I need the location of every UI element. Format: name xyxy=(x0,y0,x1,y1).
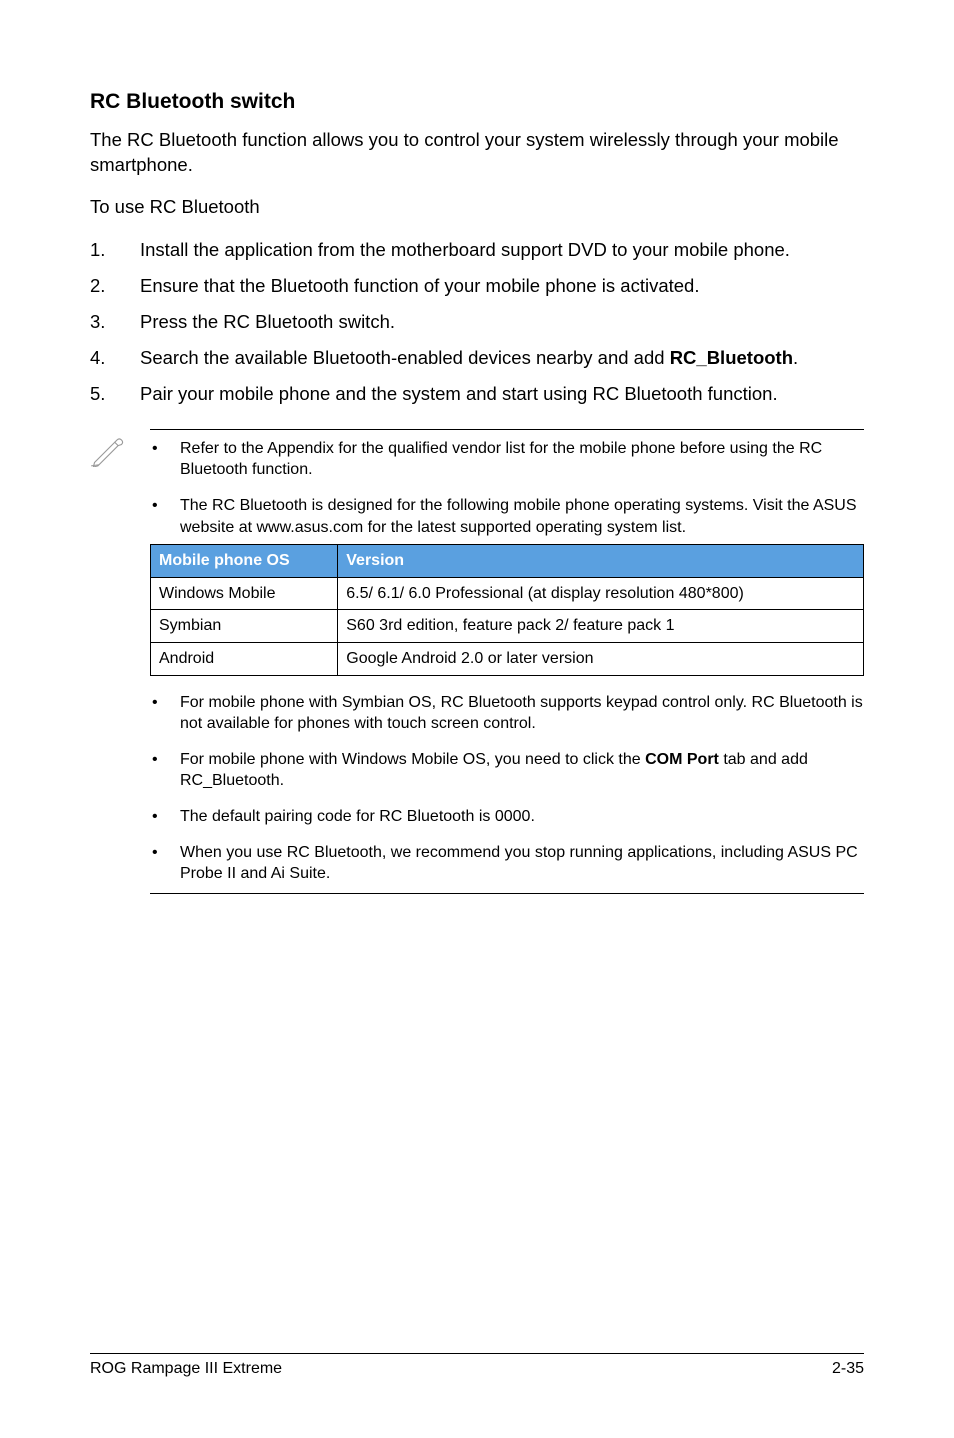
note-bold: COM Port xyxy=(645,751,719,768)
bullet-icon: • xyxy=(150,495,180,538)
section-heading: RC Bluetooth switch xyxy=(90,90,864,114)
table-row: Windows Mobile 6.5/ 6.1/ 6.0 Professiona… xyxy=(151,577,864,610)
step-post: . xyxy=(793,347,798,368)
bullet-icon: • xyxy=(150,842,180,885)
page-footer: ROG Rampage III Extreme 2-35 xyxy=(90,1353,864,1378)
step-item: Ensure that the Bluetooth function of yo… xyxy=(90,274,864,299)
note-item: • For mobile phone with Windows Mobile O… xyxy=(150,749,864,792)
sub-heading: To use RC Bluetooth xyxy=(90,196,864,218)
note-content: • Refer to the Appendix for the qualifie… xyxy=(150,429,864,894)
note-item: • When you use RC Bluetooth, we recommen… xyxy=(150,842,864,885)
table-header-os: Mobile phone OS xyxy=(151,545,338,578)
note-bullets-bottom: • For mobile phone with Symbian OS, RC B… xyxy=(150,692,864,885)
os-version-table: Mobile phone OS Version Windows Mobile 6… xyxy=(150,544,864,675)
bullet-icon: • xyxy=(150,692,180,735)
note-text: Refer to the Appendix for the qualified … xyxy=(180,438,864,481)
note-item: • The RC Bluetooth is designed for the f… xyxy=(150,495,864,538)
table-cell-os: Android xyxy=(151,642,338,675)
table-header-row: Mobile phone OS Version xyxy=(151,545,864,578)
table-row: Symbian S60 3rd edition, feature pack 2/… xyxy=(151,610,864,643)
note-text: The default pairing code for RC Bluetoot… xyxy=(180,806,864,828)
os-table-wrap: Mobile phone OS Version Windows Mobile 6… xyxy=(150,544,864,675)
step-item: Pair your mobile phone and the system an… xyxy=(90,382,864,407)
step-text: Pair your mobile phone and the system an… xyxy=(140,382,778,407)
bullet-icon: • xyxy=(150,749,180,792)
intro-paragraph: The RC Bluetooth function allows you to … xyxy=(90,128,864,178)
note-text: When you use RC Bluetooth, we recommend … xyxy=(180,842,864,885)
note-text: For mobile phone with Windows Mobile OS,… xyxy=(180,749,864,792)
note-item: • For mobile phone with Symbian OS, RC B… xyxy=(150,692,864,735)
step-text: Install the application from the motherb… xyxy=(140,238,790,263)
table-header-version: Version xyxy=(338,545,864,578)
step-item: Press the RC Bluetooth switch. xyxy=(90,310,864,335)
table-cell-version: 6.5/ 6.1/ 6.0 Professional (at display r… xyxy=(338,577,864,610)
step-item: Search the available Bluetooth-enabled d… xyxy=(90,346,864,371)
step-text: Search the available Bluetooth-enabled d… xyxy=(140,346,798,371)
note-text: The RC Bluetooth is designed for the fol… xyxy=(180,495,864,538)
table-cell-os: Symbian xyxy=(151,610,338,643)
note-item: • The default pairing code for RC Blueto… xyxy=(150,806,864,828)
note-icon xyxy=(90,429,150,894)
numbered-steps: Install the application from the motherb… xyxy=(90,238,864,407)
step-text: Ensure that the Bluetooth function of yo… xyxy=(140,274,699,299)
note-block: • Refer to the Appendix for the qualifie… xyxy=(90,429,864,894)
step-item: Install the application from the motherb… xyxy=(90,238,864,263)
footer-right: 2-35 xyxy=(832,1360,864,1378)
table-row: Android Google Android 2.0 or later vers… xyxy=(151,642,864,675)
table-cell-version: S60 3rd edition, feature pack 2/ feature… xyxy=(338,610,864,643)
note-pre: For mobile phone with Windows Mobile OS,… xyxy=(180,751,645,768)
step-pre: Search the available Bluetooth-enabled d… xyxy=(140,347,670,368)
note-bullets-top: • Refer to the Appendix for the qualifie… xyxy=(150,438,864,538)
table-cell-version: Google Android 2.0 or later version xyxy=(338,642,864,675)
step-text: Press the RC Bluetooth switch. xyxy=(140,310,395,335)
footer-left: ROG Rampage III Extreme xyxy=(90,1360,282,1378)
table-cell-os: Windows Mobile xyxy=(151,577,338,610)
pencil-note-icon xyxy=(90,431,126,467)
step-bold: RC_Bluetooth xyxy=(670,347,793,368)
bullet-icon: • xyxy=(150,806,180,828)
note-item: • Refer to the Appendix for the qualifie… xyxy=(150,438,864,481)
bullet-icon: • xyxy=(150,438,180,481)
note-text: For mobile phone with Symbian OS, RC Blu… xyxy=(180,692,864,735)
